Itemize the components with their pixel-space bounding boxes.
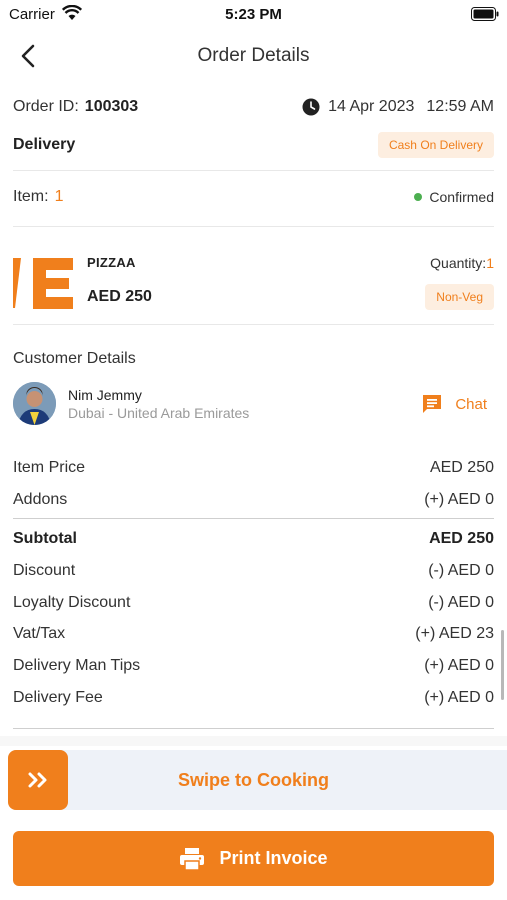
customer-name: Nim Jemmy	[68, 387, 142, 403]
price-value: (+) AED 23	[415, 625, 494, 642]
clock-icon	[302, 98, 320, 116]
item-count: 1	[54, 188, 64, 205]
price-value: AED 250	[429, 459, 494, 476]
price-value: (+) AED 0	[424, 491, 494, 508]
price-row-loyalty-discount: Loyalty Discount (-) AED 0	[13, 594, 494, 612]
customer-location: Dubai - United Arab Emirates	[68, 405, 250, 421]
subtotal-label: Subtotal	[13, 530, 77, 547]
scrollbar[interactable]	[501, 630, 504, 700]
print-invoice-label: Print Invoice	[219, 848, 328, 868]
product-name: PIZZAA	[87, 255, 136, 270]
product-image	[13, 254, 75, 312]
order-date: 14 Apr 2023	[328, 98, 415, 115]
page-title: Order Details	[197, 45, 310, 66]
price-row-subtotal: Subtotal AED 250	[13, 530, 494, 548]
price-value: (+) AED 0	[424, 657, 494, 674]
order-id-row: Order ID: 100303 14 Apr 2023 12:59 AM	[13, 98, 494, 116]
price-row-discount: Discount (-) AED 0	[13, 562, 494, 580]
divider	[13, 518, 494, 519]
double-chevron-right-icon	[28, 772, 47, 788]
clock-time: 5:23 PM	[225, 6, 282, 23]
status-bar: Carrier 5:23 PM	[0, 0, 507, 28]
divider	[13, 728, 494, 729]
price-label: Delivery Man Tips	[13, 657, 141, 674]
divider	[13, 324, 494, 325]
price-value: (-) AED 0	[428, 562, 494, 579]
price-row-vat-tax: Vat/Tax (+) AED 23	[13, 625, 494, 643]
order-time: 12:59 AM	[426, 98, 494, 115]
price-value: (-) AED 0	[428, 594, 494, 611]
customer-section-title: Customer Details	[13, 350, 136, 367]
order-id-value: 100303	[84, 98, 139, 115]
order-type: Delivery	[13, 136, 76, 153]
chat-button[interactable]: Chat	[421, 393, 487, 415]
product-quantity: Quantity:1	[430, 255, 494, 271]
price-label: Delivery Fee	[13, 689, 103, 706]
swipe-label: Swipe to Cooking	[178, 770, 329, 790]
price-label: Addons	[13, 491, 68, 508]
price-row-item-price: Item Price AED 250	[13, 459, 494, 477]
divider	[13, 170, 494, 171]
order-type-row: Delivery Cash On Delivery	[13, 132, 494, 158]
item-status-row: Item: 1 Confirmed	[13, 188, 494, 206]
price-value: (+) AED 0	[424, 689, 494, 706]
order-status-label: Confirmed	[429, 189, 494, 205]
price-label: Item Price	[13, 459, 86, 476]
quantity-value: 1	[486, 255, 494, 271]
app-header: Order Details	[0, 28, 507, 86]
battery-icon	[471, 7, 499, 21]
price-label: Loyalty Discount	[13, 594, 131, 611]
payment-method-badge: Cash On Delivery	[377, 132, 494, 158]
printer-icon	[180, 847, 205, 871]
chat-icon	[423, 395, 442, 413]
swipe-handle[interactable]	[8, 750, 68, 810]
order-status: Confirmed	[414, 189, 494, 205]
price-label: Discount	[13, 562, 76, 579]
order-datetime: 14 Apr 2023 12:59 AM	[302, 98, 494, 116]
price-row-delivery-fee: Delivery Fee (+) AED 0	[13, 689, 494, 707]
price-label: Vat/Tax	[13, 625, 66, 642]
price-row-addons: Addons (+) AED 0	[13, 491, 494, 509]
order-id-label: Order ID:	[13, 98, 79, 115]
divider	[13, 226, 494, 227]
chat-label: Chat	[455, 395, 487, 413]
print-invoice-button[interactable]: Print Invoice	[13, 831, 494, 886]
price-row-delivery-tips: Delivery Man Tips (+) AED 0	[13, 657, 494, 675]
food-type-badge: Non-Veg	[425, 284, 494, 310]
status-dot-icon	[414, 193, 423, 201]
product-price: AED 250	[87, 288, 152, 305]
item-label: Item:	[13, 188, 49, 205]
quantity-label: Quantity:	[430, 255, 487, 271]
subtotal-value: AED 250	[429, 530, 494, 547]
avatar	[13, 382, 56, 425]
